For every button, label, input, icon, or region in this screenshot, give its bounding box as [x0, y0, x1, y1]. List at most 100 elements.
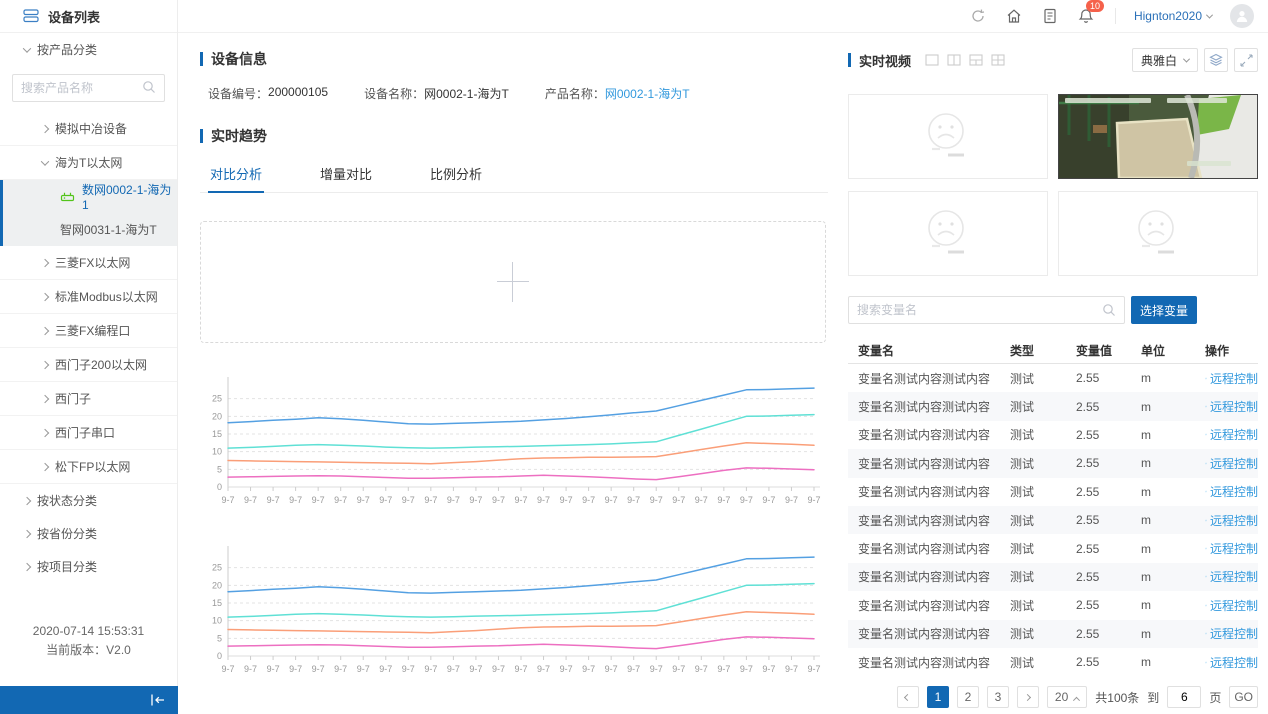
user-menu[interactable]: Hignton2020 — [1134, 9, 1212, 23]
svg-text:9-7: 9-7 — [402, 664, 415, 674]
remote-control-cell[interactable]: 远程控制 — [1195, 398, 1258, 415]
refresh-icon[interactable] — [969, 7, 987, 25]
product-search-input[interactable] — [21, 81, 136, 95]
remote-control-cell[interactable]: 远程控制 — [1195, 512, 1258, 529]
sidebar-item-西门子200以太网[interactable]: 西门子200以太网 — [0, 348, 177, 382]
remote-control-cell[interactable]: 远程控制 — [1195, 455, 1258, 472]
sidebar-collapse-bar — [0, 686, 178, 714]
sidebar-item-label: 按项目分类 — [37, 558, 97, 575]
remote-control-cell[interactable]: 远程控制 — [1195, 625, 1258, 642]
remote-control-link[interactable]: 远程控制 — [1205, 597, 1258, 614]
layout-4-icon[interactable] — [991, 53, 1005, 67]
add-chart-placeholder[interactable] — [200, 221, 826, 343]
page-button-1[interactable]: 1 — [927, 686, 949, 708]
select-variable-button[interactable]: 选择变量 — [1131, 296, 1197, 324]
line-chart[interactable]: 05101520259-79-79-79-79-79-79-79-79-79-7… — [200, 373, 828, 521]
sidebar-item-按产品分类[interactable]: 按产品分类 — [0, 33, 177, 66]
remote-control-link[interactable]: 远程控制 — [1205, 568, 1258, 585]
bell-icon-wrap[interactable]: 10 — [1077, 7, 1097, 25]
svg-text:9-7: 9-7 — [424, 664, 437, 674]
search-icon[interactable] — [1102, 303, 1116, 317]
svg-text:9-7: 9-7 — [424, 495, 437, 505]
remote-control-label: 远程控制 — [1210, 625, 1258, 642]
variable-search-input[interactable] — [857, 303, 1102, 317]
sidebar-item-按状态分类[interactable]: 按状态分类 — [0, 484, 177, 517]
theme-select[interactable]: 典雅白 — [1132, 48, 1198, 72]
home-icon[interactable] — [1005, 7, 1023, 25]
sidebar-item-海为T以太网[interactable]: 海为T以太网 — [0, 146, 177, 180]
remote-control-link[interactable]: 远程控制 — [1205, 654, 1258, 671]
svg-text:9-7: 9-7 — [582, 664, 595, 674]
jump-page-input[interactable] — [1167, 686, 1201, 708]
page-size-select[interactable]: 20 — [1047, 686, 1087, 708]
trend-section-title: 实时趋势 — [200, 126, 828, 146]
search-icon[interactable] — [142, 80, 156, 94]
layers-button[interactable] — [1204, 48, 1228, 72]
svg-text:9-7: 9-7 — [627, 495, 640, 505]
page-button-3[interactable]: 3 — [987, 686, 1009, 708]
next-page-button[interactable] — [1017, 686, 1039, 708]
sidebar-item-数网0002-1-海为1[interactable]: 数网0002-1-海为1 — [0, 180, 177, 213]
device-icon — [60, 190, 75, 203]
remote-control-cell[interactable]: 远程控制 — [1195, 540, 1258, 557]
sidebar-item-按项目分类[interactable]: 按项目分类 — [0, 550, 177, 583]
remote-control-cell[interactable]: 远程控制 — [1195, 654, 1258, 671]
video-cell-4[interactable] — [1058, 191, 1258, 276]
tab-对比分析[interactable]: 对比分析 — [208, 158, 264, 193]
layout-1-icon[interactable] — [925, 53, 939, 67]
chevron-right-icon — [41, 258, 49, 266]
video-layout-switcher — [925, 53, 1005, 67]
line-chart[interactable]: 05101520259-79-79-79-79-79-79-79-79-79-7… — [200, 542, 828, 690]
remote-control-link[interactable]: 远程控制 — [1205, 455, 1258, 472]
remote-control-cell[interactable]: 远程控制 — [1195, 483, 1258, 500]
sidebar-meta: 2020-07-14 15:53:31 当前版本：V2.0 — [0, 622, 177, 660]
column-header-单位: 单位 — [1131, 342, 1195, 359]
remote-control-cell[interactable]: 远程控制 — [1195, 426, 1258, 443]
tab-增量对比[interactable]: 增量对比 — [318, 158, 374, 192]
remote-control-cell[interactable]: 远程控制 — [1195, 568, 1258, 585]
go-button[interactable]: GO — [1229, 686, 1258, 708]
chevron-right-icon — [23, 562, 31, 570]
collapse-sidebar-icon[interactable] — [148, 692, 168, 708]
video-cell-3[interactable] — [848, 191, 1048, 276]
video-cell-1[interactable] — [848, 94, 1048, 179]
layout-3-icon[interactable] — [969, 53, 983, 67]
remote-control-label: 远程控制 — [1210, 398, 1258, 415]
sidebar-item-标准Modbus以太网[interactable]: 标准Modbus以太网 — [0, 280, 177, 314]
fullscreen-button[interactable] — [1234, 48, 1258, 72]
remote-control-link[interactable]: 远程控制 — [1205, 370, 1258, 387]
svg-text:9-7: 9-7 — [582, 495, 595, 505]
remote-control-link[interactable]: 远程控制 — [1205, 540, 1258, 557]
remote-control-cell[interactable]: 远程控制 — [1195, 370, 1258, 387]
chevron-down-icon — [1183, 55, 1190, 62]
remote-control-link[interactable]: 远程控制 — [1205, 512, 1258, 529]
page-button-2[interactable]: 2 — [957, 686, 979, 708]
remote-control-link[interactable]: 远程控制 — [1205, 398, 1258, 415]
prev-page-button[interactable] — [897, 686, 919, 708]
remote-control-link[interactable]: 远程控制 — [1205, 483, 1258, 500]
sidebar-item-三菱FX编程口[interactable]: 三菱FX编程口 — [0, 314, 177, 348]
svg-text:9-7: 9-7 — [244, 495, 257, 505]
remote-control-icon — [1205, 627, 1207, 640]
remote-control-link[interactable]: 远程控制 — [1205, 625, 1258, 642]
svg-text:9-7: 9-7 — [605, 495, 618, 505]
sidebar-item-模拟中冶设备[interactable]: 模拟中冶设备 — [0, 112, 177, 146]
tab-比例分析[interactable]: 比例分析 — [428, 158, 484, 192]
document-icon[interactable] — [1041, 7, 1059, 25]
table-cell: 测试 — [1000, 426, 1066, 443]
table-row: 变量名测试内容测试内容测试2.55m远程控制 — [848, 620, 1258, 648]
video-cell-2[interactable] — [1058, 94, 1258, 179]
sidebar-item-按省份分类[interactable]: 按省份分类 — [0, 517, 177, 550]
sidebar-item-三菱FX以太网[interactable]: 三菱FX以太网 — [0, 246, 177, 280]
table-cell: 2.55 — [1066, 655, 1131, 669]
layout-2-icon[interactable] — [947, 53, 961, 67]
sidebar-item-西门子[interactable]: 西门子 — [0, 382, 177, 416]
remote-control-cell[interactable]: 远程控制 — [1195, 597, 1258, 614]
sidebar-item-西门子串口[interactable]: 西门子串口 — [0, 416, 177, 450]
product-name-link[interactable]: 网0002-1-海为T — [605, 85, 690, 102]
sidebar-item-智网0031-1-海为T[interactable]: 智网0031-1-海为T — [0, 213, 177, 246]
chevron-right-icon — [23, 496, 31, 504]
remote-control-link[interactable]: 远程控制 — [1205, 426, 1258, 443]
avatar[interactable] — [1230, 4, 1254, 28]
sidebar-item-松下FP以太网[interactable]: 松下FP以太网 — [0, 450, 177, 484]
